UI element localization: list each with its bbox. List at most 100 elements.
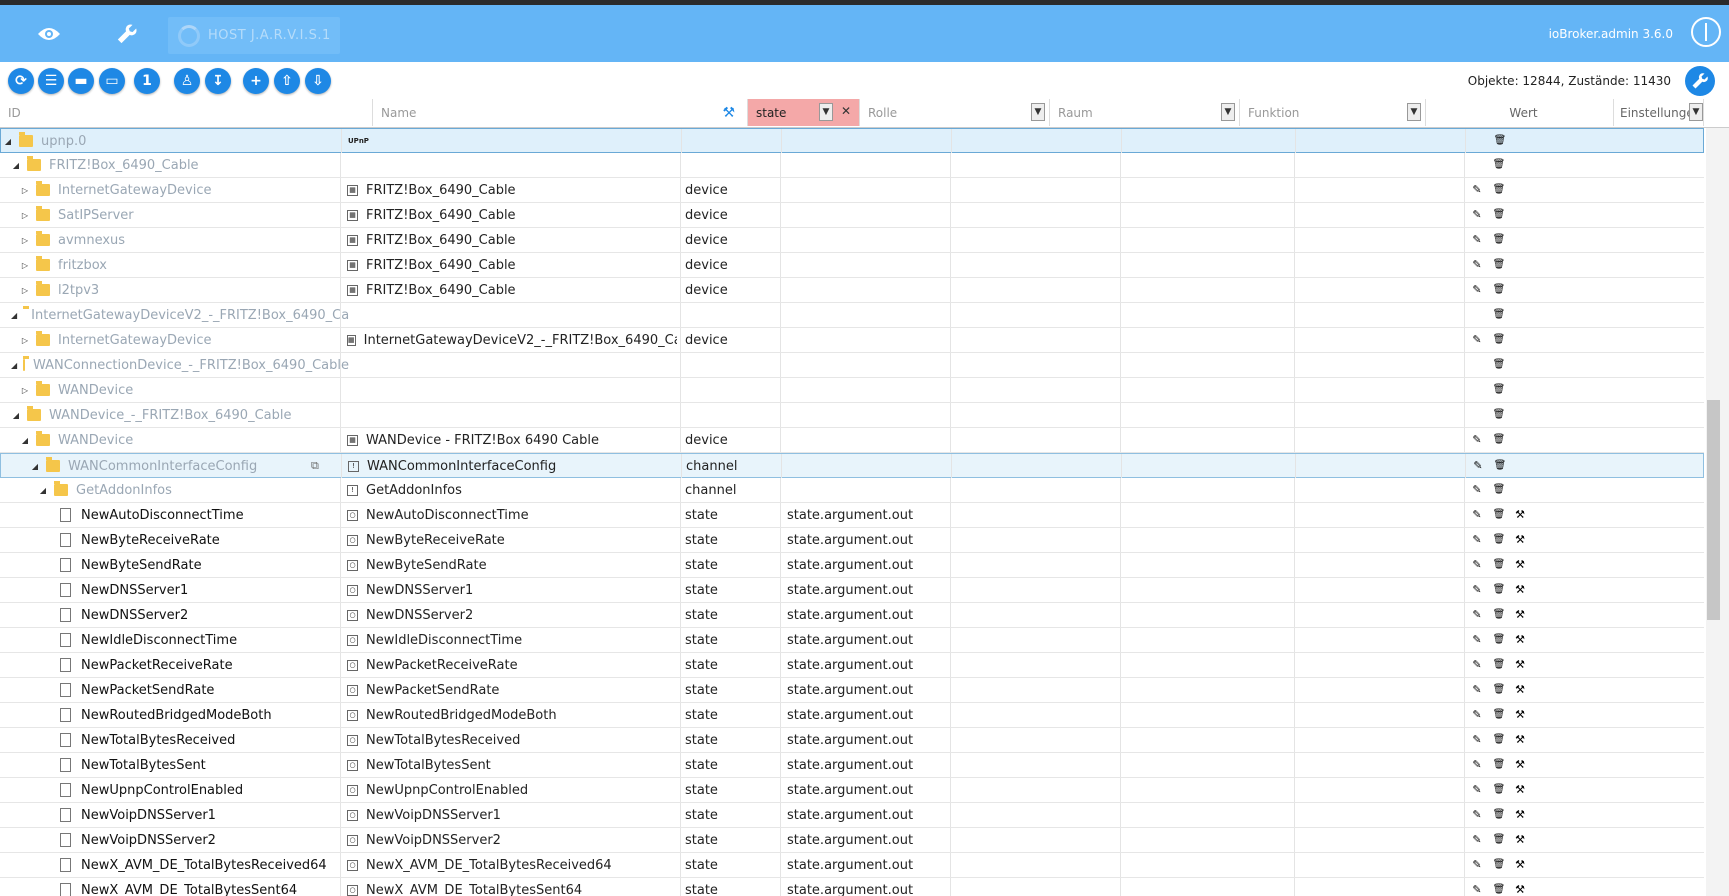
expand-icon[interactable]: ▷: [20, 211, 30, 220]
table-row[interactable]: ▷ InternetGatewayDevice ▦ FRITZ!Box_6490_Ca…: [0, 178, 1704, 203]
add-icon[interactable]: +: [243, 68, 269, 94]
edit-icon[interactable]: ✎: [1470, 233, 1484, 247]
delete-icon[interactable]: 🗑: [1492, 683, 1506, 697]
table-row[interactable]: ▷ l2tpv3 ▦ FRITZ!Box_6490_Cable device ✎ 🗑: [0, 278, 1704, 303]
delete-icon[interactable]: 🗑: [1492, 708, 1506, 722]
wrench-icon[interactable]: ⚒: [1513, 883, 1527, 896]
table-row[interactable]: ◢ WANDevice ▦ WANDevice - FRITZ!Box 6490 Ca…: [0, 428, 1704, 453]
clear-filter-icon[interactable]: ✕: [841, 104, 851, 118]
collapse-icon[interactable]: ◢: [20, 436, 30, 445]
collapse-icon[interactable]: ◢: [3, 137, 13, 146]
delete-icon[interactable]: 🗑: [1492, 158, 1506, 172]
chevron-down-icon[interactable]: ▼: [819, 103, 833, 121]
function-filter-select[interactable]: Funktion ▼: [1240, 99, 1426, 126]
table-row[interactable]: NewRoutedBridgedModeBoth ○ NewRoutedBridge…: [0, 703, 1704, 728]
table-row[interactable]: ◢ upnp.0 UPnP 🗑: [0, 128, 1704, 153]
edit-icon[interactable]: ✎: [1470, 583, 1484, 597]
copy-icon[interactable]: ⧉: [311, 459, 325, 473]
delete-icon[interactable]: 🗑: [1492, 258, 1506, 272]
delete-icon[interactable]: 🗑: [1492, 833, 1506, 847]
id-filter-input[interactable]: ID: [0, 99, 373, 126]
delete-icon[interactable]: 🗑: [1492, 358, 1506, 372]
collapse-icon[interactable]: ◢: [11, 161, 21, 170]
list-icon[interactable]: ☰: [38, 68, 64, 94]
edit-icon[interactable]: ✎: [1470, 508, 1484, 522]
expand-icon[interactable]: ▷: [20, 236, 30, 245]
edit-icon[interactable]: ✎: [1470, 683, 1484, 697]
scrollbar-thumb[interactable]: [1707, 400, 1720, 620]
delete-icon[interactable]: 🗑: [1492, 858, 1506, 872]
edit-icon[interactable]: ✎: [1470, 658, 1484, 672]
wrench-icon[interactable]: ⚒: [1513, 758, 1527, 772]
edit-icon[interactable]: ✎: [1470, 708, 1484, 722]
edit-icon[interactable]: ✎: [1470, 883, 1484, 896]
delete-icon[interactable]: 🗑: [1492, 508, 1506, 522]
refresh-icon[interactable]: ⟳: [8, 68, 34, 94]
delete-icon[interactable]: 🗑: [1493, 459, 1507, 473]
delete-icon[interactable]: 🗑: [1492, 408, 1506, 422]
expand-icon[interactable]: ▷: [20, 386, 30, 395]
host-selector-button[interactable]: HOST J.A.R.V.I.S.1: [168, 17, 340, 54]
collapse-icon[interactable]: ◢: [11, 311, 17, 320]
table-row[interactable]: NewX_AVM_DE_TotalBytesReceived64 ○ NewX_AV…: [0, 853, 1704, 878]
wrench-icon[interactable]: ⚒: [1513, 783, 1527, 797]
delete-icon[interactable]: 🗑: [1492, 733, 1506, 747]
room-filter-select[interactable]: Raum ▼: [1050, 99, 1240, 126]
table-row[interactable]: ▷ SatIPServer ▦ FRITZ!Box_6490_Cable device ✎…: [0, 203, 1704, 228]
table-row[interactable]: NewDNSServer1 ○ NewDNSServer1 state state.ar…: [0, 578, 1704, 603]
table-row[interactable]: NewX_AVM_DE_TotalBytesSent64 ○ NewX_AVM_DE…: [0, 878, 1704, 896]
edit-icon[interactable]: ✎: [1470, 283, 1484, 297]
table-row[interactable]: NewPacketSendRate ○ NewPacketSendRate state…: [0, 678, 1704, 703]
table-row[interactable]: ▷ WANDevice 🗑: [0, 378, 1704, 403]
table-row[interactable]: NewTotalBytesReceived ○ NewTotalBytesRecei…: [0, 728, 1704, 753]
chevron-down-icon[interactable]: ▼: [1689, 103, 1703, 121]
edit-icon[interactable]: ✎: [1470, 633, 1484, 647]
delete-icon[interactable]: 🗑: [1492, 233, 1506, 247]
table-row[interactable]: NewByteSendRate ○ NewByteSendRate state stat…: [0, 553, 1704, 578]
delete-icon[interactable]: 🗑: [1492, 883, 1506, 896]
expand-icon[interactable]: ▷: [20, 261, 30, 270]
delete-icon[interactable]: 🗑: [1492, 633, 1506, 647]
table-row[interactable]: ◢ WANConnectionDevice_-_FRITZ!Box_6490_Ca…: [0, 353, 1704, 378]
table-row[interactable]: NewByteReceiveRate ○ NewByteReceiveRate sta…: [0, 528, 1704, 553]
role-filter-select[interactable]: Rolle ▼: [860, 99, 1050, 126]
table-row[interactable]: NewAutoDisconnectTime ○ NewAutoDisconnectT…: [0, 503, 1704, 528]
sort-az-icon[interactable]: ↧: [205, 68, 231, 94]
type-filter-select[interactable]: state ▼ ✕: [748, 99, 860, 126]
delete-icon[interactable]: 🗑: [1493, 134, 1507, 148]
chevron-down-icon[interactable]: ▼: [1221, 103, 1235, 121]
download-icon[interactable]: ⇩: [305, 68, 331, 94]
delete-icon[interactable]: 🗑: [1492, 783, 1506, 797]
table-row[interactable]: NewVoipDNSServer1 ○ NewVoipDNSServer1 state…: [0, 803, 1704, 828]
expand-icon[interactable]: ▷: [20, 186, 30, 195]
table-row[interactable]: ▷ InternetGatewayDevice ▦ InternetGatewayDe…: [0, 328, 1704, 353]
table-row[interactable]: ◢ InternetGatewayDeviceV2_-_FRITZ!Box_649…: [0, 303, 1704, 328]
wrench-icon[interactable]: ⚒: [1513, 508, 1527, 522]
wrench-icon[interactable]: ⚒: [1513, 558, 1527, 572]
table-row[interactable]: ◢ GetAddonInfos! GetAddonInfos channel ✎ 🗑: [0, 478, 1704, 503]
table-row[interactable]: ▷ avmnexus ▦ FRITZ!Box_6490_Cable device ✎ 🗑: [0, 228, 1704, 253]
edit-icon[interactable]: ✎: [1470, 858, 1484, 872]
expand-icon[interactable]: ▷: [20, 336, 30, 345]
collapse-icon[interactable]: ◢: [38, 486, 48, 495]
edit-icon[interactable]: ✎: [1470, 208, 1484, 222]
table-row[interactable]: ◢ WANCommonInterfaceConfig ⧉! WANCommonInte…: [0, 453, 1704, 478]
delete-icon[interactable]: 🗑: [1492, 283, 1506, 297]
delete-icon[interactable]: 🗑: [1492, 583, 1506, 597]
edit-icon[interactable]: ✎: [1470, 533, 1484, 547]
collapse-icon[interactable]: ◢: [11, 361, 17, 370]
chevron-down-icon[interactable]: ▼: [1031, 103, 1045, 121]
wrench-icon[interactable]: ⚒: [1513, 808, 1527, 822]
wrench-icon[interactable]: ⚒: [1513, 708, 1527, 722]
delete-icon[interactable]: 🗑: [1492, 183, 1506, 197]
delete-icon[interactable]: 🗑: [1492, 608, 1506, 622]
delete-icon[interactable]: 🗑: [1492, 433, 1506, 447]
table-row[interactable]: NewPacketReceiveRate ○ NewPacketReceiveRat…: [0, 653, 1704, 678]
delete-icon[interactable]: 🗑: [1492, 383, 1506, 397]
wrench-icon[interactable]: ⚒: [1513, 658, 1527, 672]
folder-icon[interactable]: ▬: [68, 68, 94, 94]
eye-icon[interactable]: [32, 17, 66, 51]
settings-wrench-button[interactable]: [1685, 66, 1715, 96]
table-row[interactable]: ◢ WANDevice_-_FRITZ!Box_6490_Cable 🗑: [0, 403, 1704, 428]
wrench-icon[interactable]: [110, 17, 144, 51]
